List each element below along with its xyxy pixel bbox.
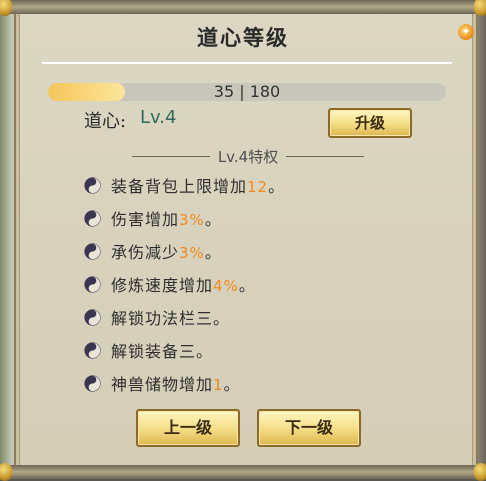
scroll-rod-bottom bbox=[0, 463, 486, 481]
privilege-text: 解锁功法栏三。 bbox=[111, 309, 231, 328]
privilege-item: 伤害增加3%。 bbox=[84, 207, 222, 229]
scroll-knob-top-left bbox=[0, 0, 12, 16]
privileges-header: Lv.4特权 bbox=[132, 146, 365, 166]
yin-yang-icon bbox=[84, 242, 101, 260]
yin-yang-icon bbox=[84, 275, 101, 293]
privilege-item: 解锁装备三。 bbox=[84, 339, 213, 361]
yin-yang-icon bbox=[84, 374, 101, 392]
privilege-text: 伤害增加3%。 bbox=[111, 210, 222, 229]
privilege-text: 解锁装备三。 bbox=[111, 342, 214, 361]
upgrade-button[interactable]: 升级 bbox=[328, 108, 412, 138]
privilege-item: 装备背包上限增加12。 bbox=[84, 174, 285, 196]
title-divider bbox=[42, 62, 452, 64]
level-label: 道心: bbox=[84, 111, 127, 132]
prev-level-button[interactable]: 上一级 bbox=[136, 409, 240, 447]
next-level-button[interactable]: 下一级 bbox=[257, 409, 361, 447]
fire-icon[interactable]: ✦ bbox=[458, 24, 474, 40]
privilege-item: 解锁功法栏三。 bbox=[84, 306, 230, 328]
header-dash-left bbox=[132, 155, 210, 157]
privilege-text: 装备背包上限增加12。 bbox=[111, 177, 286, 196]
privilege-text: 修炼速度增加4%。 bbox=[111, 276, 256, 295]
yin-yang-icon bbox=[84, 308, 101, 326]
progress-text: 35 | 180 bbox=[213, 82, 281, 101]
scroll-rod-top bbox=[0, 0, 486, 16]
privilege-item: 承伤减少3%。 bbox=[84, 240, 222, 262]
header-dash-right bbox=[286, 155, 365, 157]
scroll-knob-top-right bbox=[474, 0, 486, 16]
privilege-text: 神兽储物增加1。 bbox=[111, 375, 241, 394]
yin-yang-icon bbox=[84, 341, 101, 359]
panel-title: 道心等级 bbox=[197, 25, 289, 50]
yin-yang-icon bbox=[84, 209, 101, 227]
privilege-item: 神兽储物增加1。 bbox=[84, 372, 241, 394]
privileges-header-text: Lv.4特权 bbox=[217, 147, 279, 166]
scroll-knob-bottom-left bbox=[0, 463, 12, 481]
scroll-knob-bottom-right bbox=[474, 463, 486, 481]
yin-yang-icon bbox=[84, 176, 101, 194]
level-value: Lv.4 bbox=[140, 107, 177, 128]
privilege-text: 承伤减少3%。 bbox=[111, 243, 222, 262]
privilege-item: 修炼速度增加4%。 bbox=[84, 273, 256, 295]
